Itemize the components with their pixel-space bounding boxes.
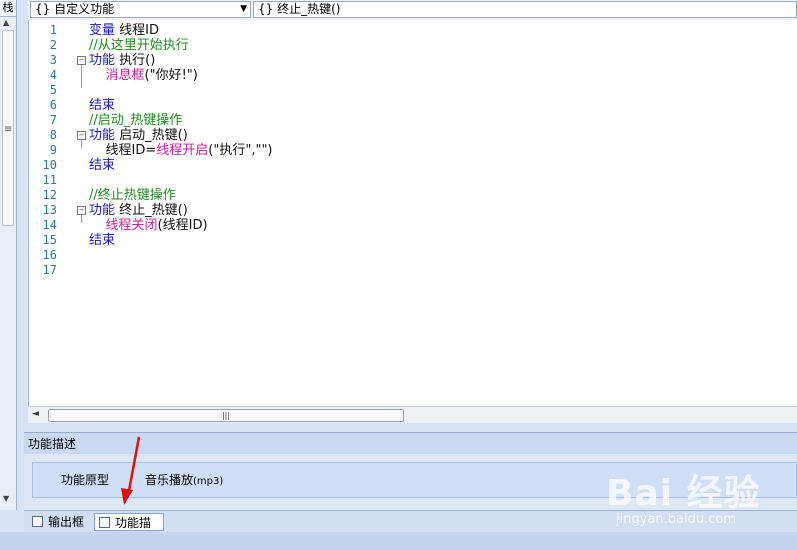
code-line[interactable]: //启动_热键操作 [89, 113, 182, 128]
function-description-icon [99, 517, 110, 528]
fold-guide [81, 65, 82, 88]
tab-function-description[interactable]: 功能描述 [94, 513, 164, 548]
line-number: 3 [49, 53, 57, 67]
code-token: 结束 [89, 233, 116, 248]
code-token: 终止_热键() [119, 203, 188, 218]
code-token: 线程ID [119, 23, 159, 38]
code-token: 线程开启 [156, 143, 209, 158]
fold-collapse-icon[interactable]: − [77, 206, 86, 215]
prototype-label: 功能原型 [61, 473, 110, 487]
line-number: 6 [49, 98, 57, 112]
line-number: 4 [49, 68, 57, 82]
code-token: 执行() [119, 53, 156, 68]
code-token: 结束 [89, 98, 116, 113]
code-line[interactable]: //从这里开始执行 [89, 38, 189, 53]
code-line[interactable]: //终止热键操作 [89, 188, 176, 203]
line-number: 5 [49, 83, 57, 97]
status-bar [0, 532, 797, 550]
scroll-up-icon[interactable]: ▲ [3, 18, 9, 27]
line-number: 10 [42, 158, 57, 172]
fold-collapse-icon[interactable]: − [77, 56, 86, 65]
grip-icon: ≡ [4, 124, 13, 135]
horizontal-scrollbar[interactable]: ◄ ||| [28, 406, 797, 423]
code-token: 功能 [89, 128, 120, 143]
line-number-gutter: − − − 1 2 3 4 5 6 7 8 9 10 11 12 13 14 15 16 17 [29, 20, 89, 406]
code-line[interactable]: 结束 [89, 158, 115, 173]
code-line[interactable]: 结束 [89, 98, 115, 113]
watermark-url: jingyan.baidu.com [616, 512, 736, 527]
code-line[interactable]: 功能 执行() [89, 53, 155, 68]
code-token: //从这里开始执行 [89, 38, 189, 53]
line-number: 17 [42, 263, 57, 277]
code-token: 线程ID= [89, 143, 157, 158]
code-text-area[interactable]: 变量 线程ID//从这里开始执行 功能 执行() 消息框("你好!") 结束//启动… [89, 20, 797, 406]
code-line[interactable]: 功能 启动_热键() [89, 128, 188, 143]
braces-icon: {} [35, 2, 51, 16]
code-line[interactable]: 功能 终止_热键() [89, 203, 188, 218]
line-number: 12 [42, 188, 57, 202]
code-line[interactable]: 结束 [89, 233, 115, 248]
code-line[interactable]: 线程ID=线程开启("执行","") [89, 143, 273, 158]
baidu-watermark: Bai 经验 jingyan.baidu.com [606, 464, 792, 530]
function-navigation-bar: {} 自定义功能 ▼ {} 终止_热键() [28, 0, 797, 21]
prototype-value: 音乐播放(mp3) [145, 473, 224, 487]
code-line[interactable]: 线程关闭(线程ID) [89, 218, 208, 233]
line-number: 15 [42, 233, 57, 247]
code-token: 功能 [89, 203, 120, 218]
output-window-icon [32, 516, 43, 527]
horizontal-scroll-thumb[interactable]: ||| [48, 409, 404, 422]
code-line[interactable]: 消息框("你好!") [89, 68, 198, 83]
tab-output-label: 输出框 [48, 515, 85, 529]
line-number: 1 [49, 23, 57, 37]
line-number: 13 [42, 203, 57, 217]
code-token: //终止热键操作 [89, 188, 176, 203]
tab-output[interactable]: 输出框 [28, 513, 92, 531]
scroll-down-icon[interactable]: ▼ [3, 494, 9, 503]
left-panel-tab[interactable]: 栈 [0, 0, 16, 17]
fold-collapse-icon[interactable]: − [77, 131, 86, 140]
code-token: 结束 [89, 158, 116, 173]
code-token: 变量 [89, 23, 120, 38]
chevron-down-icon[interactable]: ▼ [240, 2, 247, 17]
braces-icon: {} [258, 2, 274, 16]
line-number: 9 [49, 143, 57, 157]
line-number: 14 [42, 218, 57, 232]
line-number: 2 [49, 38, 57, 52]
code-token: //启动_热键操作 [89, 113, 183, 128]
code-token: ("执行","") [208, 143, 273, 158]
code-line[interactable]: 变量 线程ID [89, 23, 159, 38]
fold-guide [81, 215, 82, 223]
watermark-logo: Bai 经验 [606, 473, 761, 514]
function-category-value: 自定义功能 [54, 2, 115, 16]
scroll-left-icon[interactable]: ◄ [32, 409, 39, 419]
code-editor[interactable]: − − − 1 2 3 4 5 6 7 8 9 10 11 12 13 14 15 16 17 变量 线程ID /… [28, 20, 797, 406]
function-name-value: 终止_热键() [277, 2, 341, 16]
left-panel-strip: 栈 ▲ ≡ ▼ [0, 0, 17, 510]
code-token: 线程关闭 [105, 218, 158, 233]
fold-guide [81, 140, 82, 148]
line-number: 11 [42, 173, 57, 187]
code-token: (线程ID) [157, 218, 208, 233]
code-token: ("你好!") [144, 68, 198, 83]
description-panel-title: 功能描述 [24, 432, 797, 454]
code-token: 功能 [89, 53, 120, 68]
function-name-dropdown[interactable]: {} 终止_热键() [253, 1, 797, 18]
code-token: 启动_热键() [119, 128, 188, 143]
code-token: 消息框 [105, 68, 145, 83]
line-number: 7 [49, 113, 57, 127]
line-number: 8 [49, 128, 57, 142]
function-category-dropdown[interactable]: {} 自定义功能 ▼ [30, 1, 251, 18]
line-number: 16 [42, 248, 57, 262]
